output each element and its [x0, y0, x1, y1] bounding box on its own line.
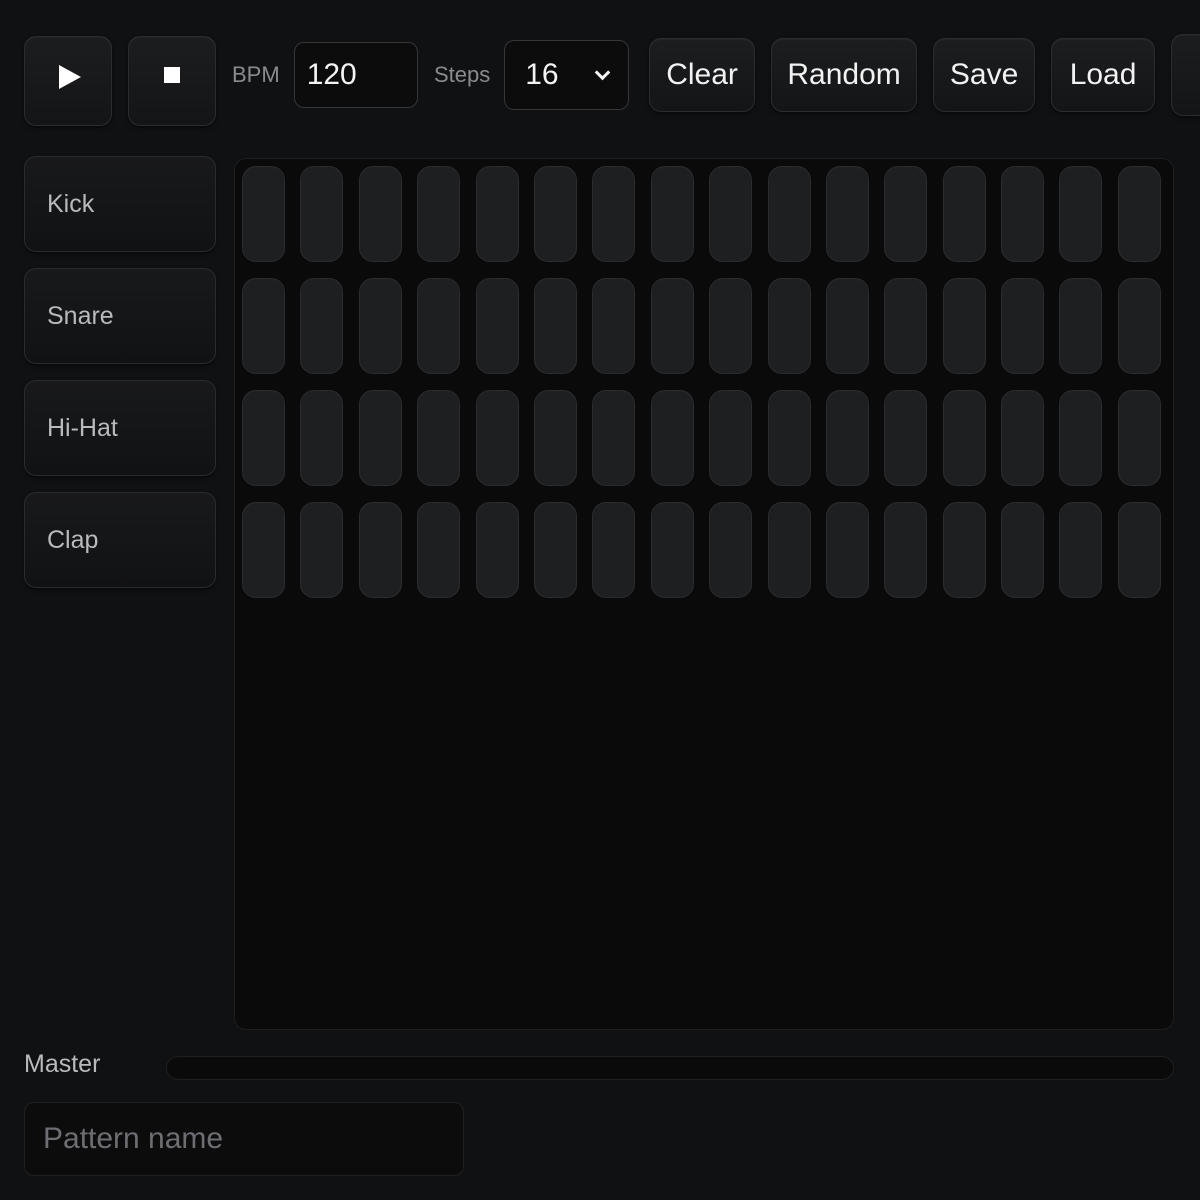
step-cell[interactable] — [825, 278, 869, 374]
bpm-input[interactable]: 120 — [293, 42, 418, 108]
step-cell[interactable] — [533, 166, 577, 262]
step-cell[interactable] — [358, 502, 402, 598]
step-cell[interactable] — [942, 166, 986, 262]
step-cell[interactable] — [358, 390, 402, 486]
step-cell[interactable] — [884, 390, 928, 486]
play-icon — [59, 65, 81, 89]
step-cell[interactable] — [650, 166, 694, 262]
step-cell[interactable] — [650, 390, 694, 486]
step-cell[interactable] — [242, 278, 285, 374]
step-cell[interactable] — [1001, 278, 1045, 374]
stop-icon — [164, 67, 180, 83]
steps-label: Steps — [433, 62, 491, 87]
step-cell[interactable] — [884, 166, 928, 262]
step-cell[interactable] — [300, 166, 344, 262]
step-cell[interactable] — [709, 166, 753, 262]
track-list: Kick Snare Hi-Hat Clap — [24, 156, 216, 604]
step-cell[interactable] — [242, 502, 285, 598]
step-cell[interactable] — [300, 278, 344, 374]
sequencer-app: BPM 120 Steps 16 Clear Random Save Load … — [0, 0, 1200, 1200]
step-cell[interactable] — [475, 502, 519, 598]
step-grid — [234, 158, 1174, 1030]
step-cell[interactable] — [417, 278, 461, 374]
track-button-kick[interactable]: Kick — [24, 156, 216, 252]
step-cell[interactable] — [417, 166, 461, 262]
step-cell[interactable] — [709, 390, 753, 486]
step-cell[interactable] — [242, 390, 285, 486]
step-cell[interactable] — [533, 278, 577, 374]
step-cell[interactable] — [767, 390, 811, 486]
step-cell[interactable] — [1117, 278, 1161, 374]
clear-button[interactable]: Clear — [649, 38, 756, 112]
chevron-down-icon — [594, 64, 611, 80]
step-row-kick — [242, 166, 1173, 262]
step-cell[interactable] — [942, 502, 986, 598]
steps-select-value: 16 — [525, 58, 559, 91]
bpm-label: BPM — [232, 62, 280, 87]
master-volume-slider[interactable] — [166, 1056, 1174, 1080]
step-cell[interactable] — [884, 278, 928, 374]
step-cell[interactable] — [592, 166, 636, 262]
step-cell[interactable] — [1059, 278, 1103, 374]
random-button[interactable]: Random — [771, 38, 918, 112]
steps-select[interactable]: 16 — [504, 40, 630, 110]
step-cell[interactable] — [592, 278, 636, 374]
master-label: Master — [24, 1050, 101, 1078]
step-cell[interactable] — [475, 166, 519, 262]
step-cell[interactable] — [884, 502, 928, 598]
step-cell[interactable] — [300, 390, 344, 486]
step-cell[interactable] — [592, 390, 636, 486]
load-button[interactable]: Load — [1051, 38, 1156, 112]
step-cell[interactable] — [709, 502, 753, 598]
step-cell[interactable] — [533, 502, 577, 598]
step-cell[interactable] — [358, 166, 402, 262]
step-cell[interactable] — [650, 278, 694, 374]
step-cell[interactable] — [533, 390, 577, 486]
step-cell[interactable] — [942, 390, 986, 486]
step-cell[interactable] — [767, 166, 811, 262]
step-cell[interactable] — [825, 390, 869, 486]
step-cell[interactable] — [1117, 390, 1161, 486]
step-cell[interactable] — [942, 278, 986, 374]
step-cell[interactable] — [1059, 166, 1103, 262]
step-cell[interactable] — [1059, 390, 1103, 486]
step-cell[interactable] — [1117, 502, 1161, 598]
step-cell[interactable] — [1001, 502, 1045, 598]
step-cell[interactable] — [300, 502, 344, 598]
track-button-clap[interactable]: Clap — [24, 492, 216, 588]
toolbar: BPM 120 Steps 16 Clear Random Save Load — [24, 34, 1200, 126]
track-button-snare[interactable]: Snare — [24, 268, 216, 364]
step-cell[interactable] — [650, 502, 694, 598]
step-cell[interactable] — [767, 278, 811, 374]
step-cell[interactable] — [825, 166, 869, 262]
step-cell[interactable] — [767, 502, 811, 598]
step-cell[interactable] — [709, 278, 753, 374]
step-cell[interactable] — [475, 278, 519, 374]
step-row-hi-hat — [242, 390, 1173, 486]
step-cell[interactable] — [1001, 390, 1045, 486]
pattern-name-input[interactable] — [24, 1102, 464, 1176]
step-cell[interactable] — [475, 390, 519, 486]
overflow-button[interactable] — [1171, 34, 1200, 116]
step-cell[interactable] — [417, 502, 461, 598]
step-cell[interactable] — [1117, 166, 1161, 262]
step-row-snare — [242, 278, 1173, 374]
step-cell[interactable] — [1001, 166, 1045, 262]
step-cell[interactable] — [1059, 502, 1103, 598]
step-row-clap — [242, 502, 1173, 598]
stop-button[interactable] — [128, 36, 216, 126]
step-cell[interactable] — [417, 390, 461, 486]
play-button[interactable] — [24, 36, 112, 126]
track-button-hi-hat[interactable]: Hi-Hat — [24, 380, 216, 476]
step-cell[interactable] — [825, 502, 869, 598]
save-button[interactable]: Save — [933, 38, 1036, 112]
step-cell[interactable] — [358, 278, 402, 374]
step-cell[interactable] — [592, 502, 636, 598]
step-cell[interactable] — [242, 166, 285, 262]
